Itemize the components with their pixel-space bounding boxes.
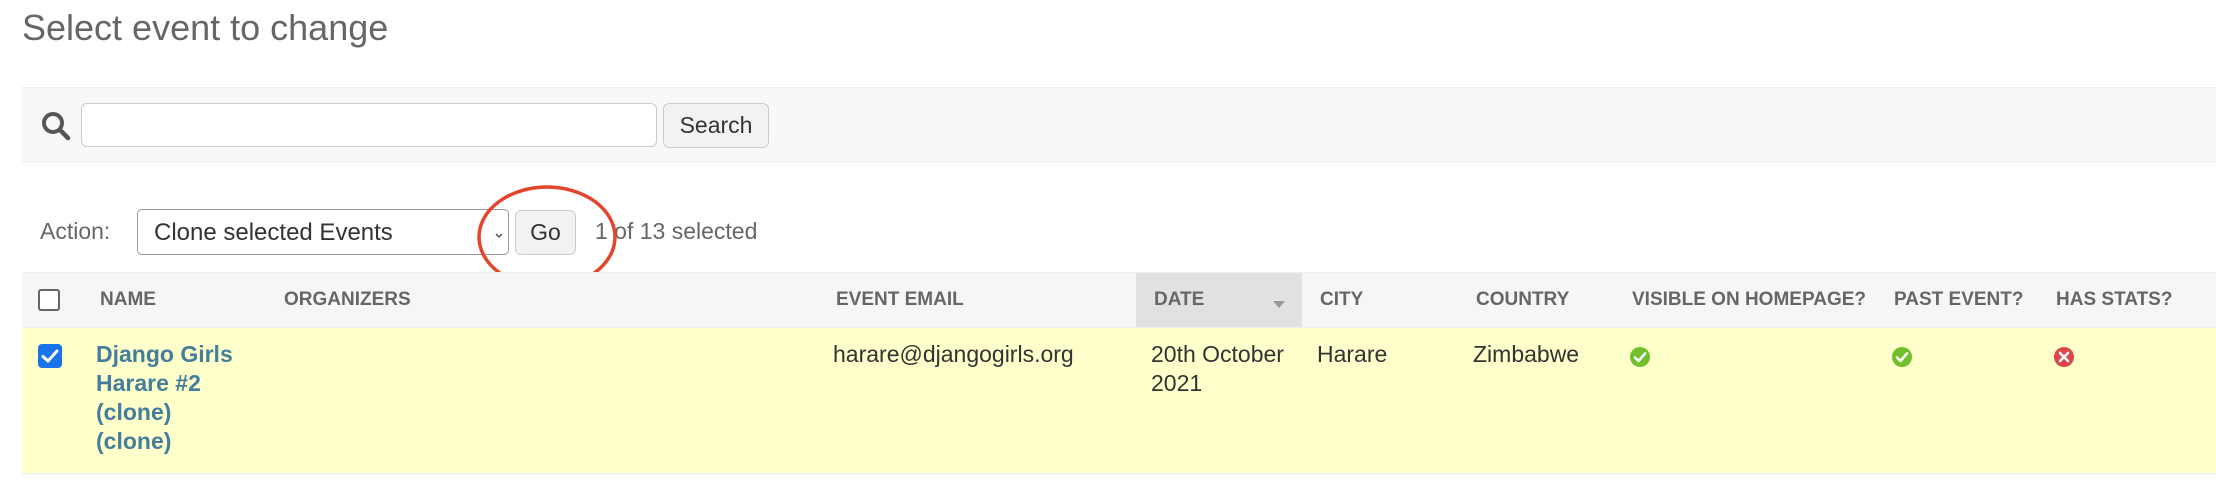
yes-icon: [1892, 347, 1912, 367]
search-button[interactable]: Search: [663, 103, 769, 148]
column-header-past-event[interactable]: PAST EVENT?: [1876, 272, 2038, 328]
row-select-cell: [22, 327, 82, 474]
chevron-updown-icon: [495, 233, 503, 239]
action-select[interactable]: Clone selected Events: [137, 209, 509, 255]
event-name-link[interactable]: Django Girls Harare #2 (clone) (clone): [96, 340, 246, 456]
checkmark-icon: [41, 349, 59, 363]
sort-descending-icon[interactable]: [1272, 299, 1286, 309]
column-header-visible-on-homepage[interactable]: VISIBLE ON HOMEPAGE?: [1614, 272, 1876, 328]
column-header-date-label: DATE: [1154, 289, 1205, 310]
admin-changelist-page: Select event to change Search Action: Cl…: [0, 0, 2216, 480]
results-table: NAME ORGANIZERS EVENT EMAIL DATE CITY CO…: [22, 272, 2216, 474]
cell-city: Harare: [1302, 327, 1458, 474]
search-toolbar: Search: [22, 87, 2216, 162]
actions-bar: Action: Clone selected Events Go 1 of 13…: [22, 205, 922, 255]
column-header-city[interactable]: CITY: [1302, 272, 1458, 328]
action-select-value: Clone selected Events: [154, 219, 393, 246]
column-header-date[interactable]: DATE: [1136, 272, 1302, 328]
select-all-checkbox[interactable]: [38, 288, 60, 311]
no-icon: [2054, 347, 2074, 367]
action-label: Action:: [40, 218, 111, 244]
cell-date: 20th October 2021: [1136, 327, 1302, 474]
cell-name: Django Girls Harare #2 (clone) (clone): [82, 327, 266, 474]
column-header-country[interactable]: COUNTRY: [1458, 272, 1614, 328]
yes-icon: [1630, 347, 1650, 367]
column-header-name[interactable]: NAME: [82, 272, 266, 328]
column-header-organizers[interactable]: ORGANIZERS: [266, 272, 818, 328]
cell-organizers: [266, 327, 818, 474]
go-button[interactable]: Go: [515, 210, 576, 255]
cell-visible-on-homepage: [1614, 327, 1876, 474]
table-header-row: NAME ORGANIZERS EVENT EMAIL DATE CITY CO…: [22, 272, 2216, 328]
date-value: 20th October 2021: [1151, 341, 1284, 396]
column-header-event-email[interactable]: EVENT EMAIL: [818, 272, 1136, 328]
cell-has-stats: [2038, 327, 2216, 474]
table-row: Django Girls Harare #2 (clone) (clone) h…: [22, 327, 2216, 474]
column-header-has-stats[interactable]: HAS STATS?: [2038, 272, 2216, 328]
search-input[interactable]: [81, 103, 657, 147]
cell-past-event: [1876, 327, 2038, 474]
cell-event-email: harare@djangogirls.org: [818, 327, 1136, 474]
select-all-header: [22, 272, 82, 328]
row-checkbox[interactable]: [38, 344, 62, 368]
page-title: Select event to change: [22, 7, 389, 48]
cell-country: Zimbabwe: [1458, 327, 1614, 474]
search-icon: [42, 112, 71, 141]
selection-counter: 1 of 13 selected: [595, 218, 758, 244]
